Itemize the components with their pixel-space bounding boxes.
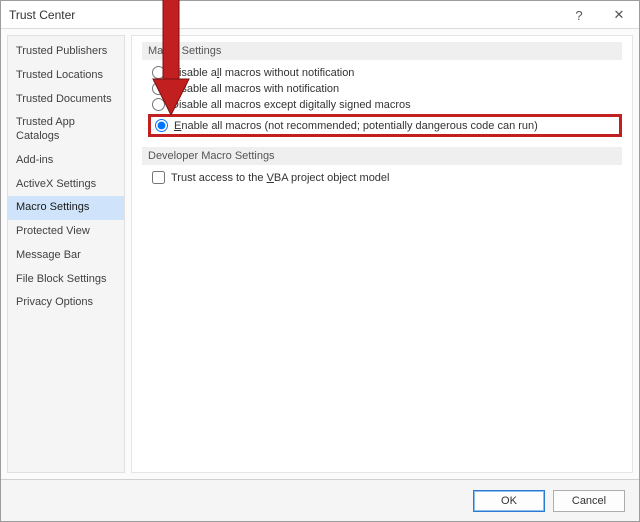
radio-label: Enable all macros (not recommended; pote… <box>174 120 538 132</box>
help-icon: ? <box>575 8 582 23</box>
dialog-body: Trusted Publishers Trusted Locations Tru… <box>1 29 639 479</box>
radio-label: Disable all macros except digitally sign… <box>171 99 411 111</box>
radio-label: Disable all macros without notification <box>171 67 354 79</box>
macro-settings-header: Macro Settings <box>142 42 622 60</box>
radio-enable-all-macros[interactable]: Enable all macros (not recommended; pote… <box>155 119 538 132</box>
titlebar-buttons: ? ✕ <box>559 1 639 29</box>
sidebar-item-trusted-app-catalogs[interactable]: Trusted App Catalogs <box>8 111 124 149</box>
trust-center-window: Trust Center ? ✕ Trusted Publishers Trus… <box>0 0 640 522</box>
ok-button[interactable]: OK <box>473 490 545 512</box>
radio-input-disable-except-signed[interactable] <box>152 98 165 111</box>
cancel-button-label: Cancel <box>572 495 606 507</box>
ok-button-label: OK <box>501 495 517 507</box>
radio-label: Disable all macros with notification <box>171 83 339 95</box>
sidebar-item-add-ins[interactable]: Add-ins <box>8 149 124 173</box>
developer-macro-settings-header: Developer Macro Settings <box>142 147 622 165</box>
sidebar-item-trusted-publishers[interactable]: Trusted Publishers <box>8 40 124 64</box>
sidebar-item-file-block-settings[interactable]: File Block Settings <box>8 268 124 292</box>
sidebar-item-trusted-documents[interactable]: Trusted Documents <box>8 88 124 112</box>
radio-disable-except-signed[interactable]: Disable all macros except digitally sign… <box>152 98 622 111</box>
radio-input-enable-all-macros[interactable] <box>155 119 168 132</box>
help-button[interactable]: ? <box>559 1 599 29</box>
sidebar: Trusted Publishers Trusted Locations Tru… <box>7 35 125 473</box>
radio-input-disable-with-notification[interactable] <box>152 82 165 95</box>
highlighted-option: Enable all macros (not recommended; pote… <box>148 114 622 137</box>
content-pane: Macro Settings Disable all macros withou… <box>131 35 633 473</box>
checkbox-label: Trust access to the VBA project object m… <box>171 172 390 184</box>
sidebar-item-message-bar[interactable]: Message Bar <box>8 244 124 268</box>
radio-input-disable-without-notification[interactable] <box>152 66 165 79</box>
sidebar-item-trusted-locations[interactable]: Trusted Locations <box>8 64 124 88</box>
radio-disable-without-notification[interactable]: Disable all macros without notification <box>152 66 622 79</box>
sidebar-item-privacy-options[interactable]: Privacy Options <box>8 291 124 315</box>
sidebar-item-macro-settings[interactable]: Macro Settings <box>8 196 124 220</box>
sidebar-item-activex-settings[interactable]: ActiveX Settings <box>8 173 124 197</box>
checkbox-input-trust-vba[interactable] <box>152 171 165 184</box>
window-title: Trust Center <box>9 8 75 22</box>
developer-macro-settings-group: Developer Macro Settings Trust access to… <box>142 147 622 184</box>
sidebar-item-protected-view[interactable]: Protected View <box>8 220 124 244</box>
dialog-footer: OK Cancel <box>1 479 639 521</box>
close-icon: ✕ <box>614 7 625 23</box>
titlebar: Trust Center ? ✕ <box>1 1 639 29</box>
close-button[interactable]: ✕ <box>599 1 639 29</box>
cancel-button[interactable]: Cancel <box>553 490 625 512</box>
radio-disable-with-notification[interactable]: Disable all macros with notification <box>152 82 622 95</box>
checkbox-trust-vba[interactable]: Trust access to the VBA project object m… <box>152 171 622 184</box>
